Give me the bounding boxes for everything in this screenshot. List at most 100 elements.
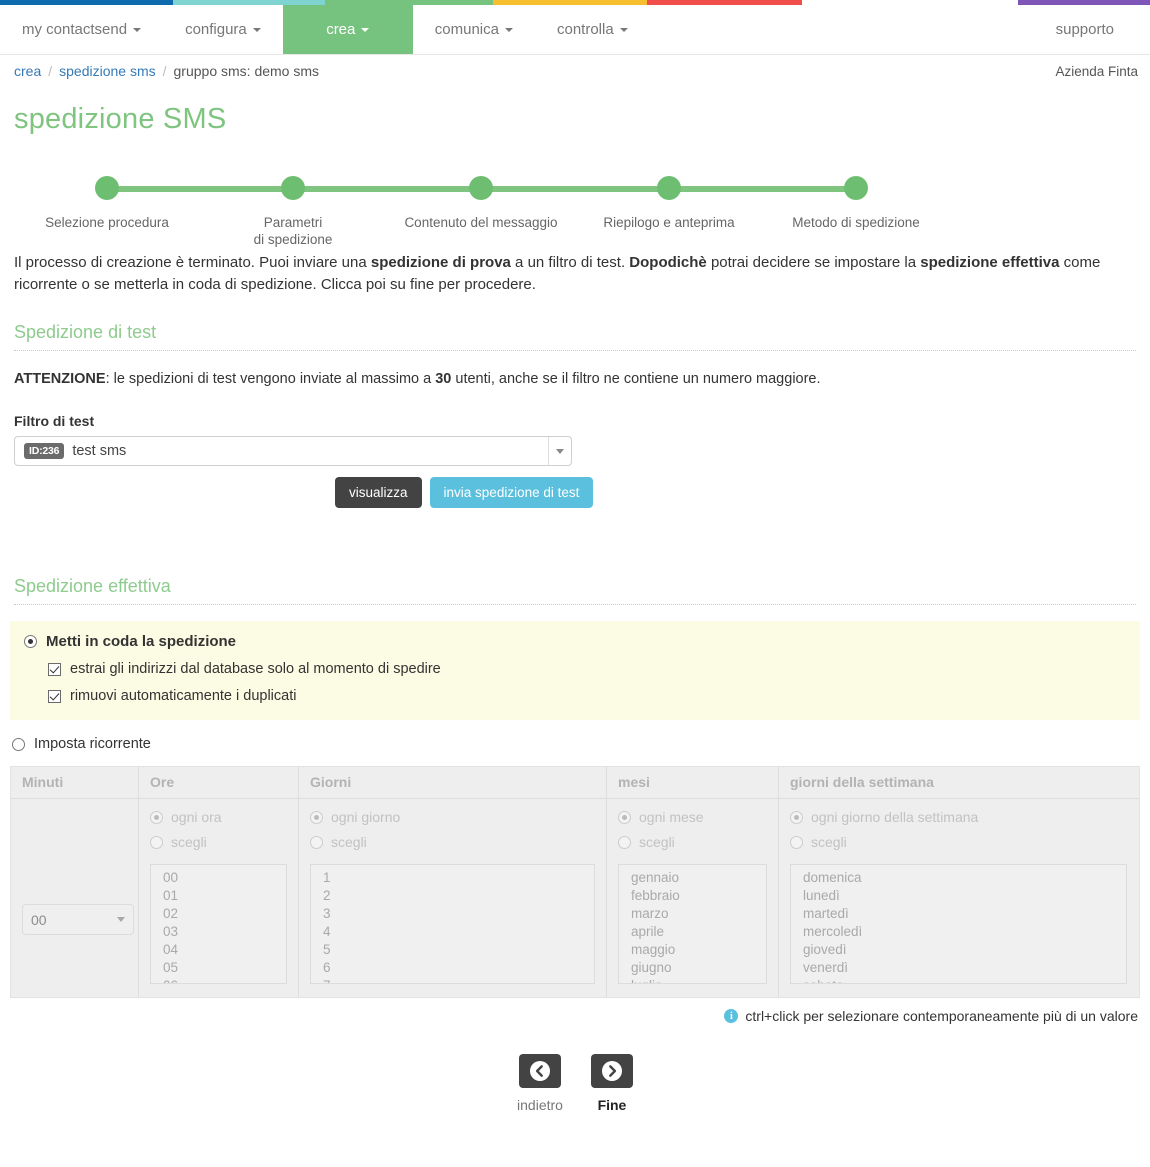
ore-option[interactable]: 03 bbox=[151, 923, 286, 941]
mesi-option[interactable]: aprile bbox=[619, 923, 766, 941]
mesi-option[interactable]: maggio bbox=[619, 941, 766, 959]
stepper-step-5[interactable]: Metodo di spedizione bbox=[776, 176, 936, 231]
ore-listbox[interactable]: 00010203040506 bbox=[150, 864, 287, 984]
giorni-option[interactable]: 2 bbox=[311, 887, 594, 905]
nav-item-configura[interactable]: configura bbox=[163, 5, 283, 54]
settimana-listbox[interactable]: domenica lunedì martedì mercoledì giovedì ven… bbox=[790, 864, 1127, 984]
giorni-listbox[interactable]: 1234567 bbox=[310, 864, 595, 984]
giorni-option[interactable]: 7 bbox=[311, 977, 594, 983]
mesi-option[interactable]: gennaio bbox=[619, 869, 766, 887]
radio-mesi-scegli[interactable]: scegli bbox=[618, 834, 767, 850]
back-button[interactable]: indietro bbox=[517, 1054, 563, 1113]
stepper-label: Selezione procedura bbox=[45, 215, 169, 230]
settimana-option[interactable]: giovedì bbox=[791, 941, 1126, 959]
settimana-option[interactable]: venerdì bbox=[791, 959, 1126, 977]
stepper-label: Contenuto del messaggio bbox=[404, 215, 558, 230]
nav-item-crea[interactable]: crea bbox=[282, 5, 413, 54]
radio-ogni-giorno-settimana[interactable]: ogni giorno della settimana bbox=[790, 809, 1127, 825]
section-title-test: Spedizione di test bbox=[14, 322, 157, 342]
radio-imposta-ricorrente[interactable]: Imposta ricorrente bbox=[0, 736, 1150, 752]
giorni-option[interactable]: 4 bbox=[311, 923, 594, 941]
invia-spedizione-di-test-button[interactable]: invia spedizione di test bbox=[429, 477, 594, 508]
radio-settimana-scegli[interactable]: scegli bbox=[790, 834, 1127, 850]
test-action-buttons: visualizza invia spedizione di test bbox=[0, 477, 1150, 508]
filter-selected-value: test sms bbox=[72, 443, 127, 459]
radio-label: scegli bbox=[331, 834, 367, 850]
wizard-footer-navigation: indietro Fine bbox=[0, 1054, 1150, 1113]
checkbox-estrai-indirizzi[interactable]: estrai gli indirizzi dal database solo a… bbox=[48, 661, 1140, 677]
giorni-option[interactable]: 1 bbox=[311, 869, 594, 887]
ore-option[interactable]: 06 bbox=[151, 977, 286, 983]
settimana-option[interactable]: domenica bbox=[791, 869, 1126, 887]
settimana-option[interactable]: martedì bbox=[791, 905, 1126, 923]
test-filter-select[interactable]: ID:236 test sms bbox=[14, 436, 572, 466]
radio-giorni-scegli[interactable]: scegli bbox=[310, 834, 595, 850]
ore-option[interactable]: 02 bbox=[151, 905, 286, 923]
radio-label: Imposta ricorrente bbox=[34, 736, 151, 752]
radio-metti-in-coda[interactable]: Metti in coda la spedizione bbox=[10, 633, 1140, 650]
radio-icon-unselected[interactable] bbox=[618, 835, 631, 849]
nav-item-my-contactsend[interactable]: my contactsend bbox=[0, 5, 163, 54]
radio-icon-unselected[interactable] bbox=[12, 737, 25, 751]
breadcrumb-separator: / bbox=[162, 63, 167, 79]
radio-label: scegli bbox=[639, 834, 675, 850]
nav-item-comunica[interactable]: comunica bbox=[413, 5, 535, 54]
radio-icon-selected[interactable] bbox=[150, 810, 163, 824]
mesi-option[interactable]: febbraio bbox=[619, 887, 766, 905]
chevron-down-icon bbox=[619, 27, 628, 32]
radio-icon-selected[interactable] bbox=[618, 810, 631, 824]
settimana-option[interactable]: lunedì bbox=[791, 887, 1126, 905]
wizard-stepper: Selezione procedura Parametri di spedizi… bbox=[0, 164, 1150, 247]
giorni-option[interactable]: 3 bbox=[311, 905, 594, 923]
radio-icon-selected[interactable] bbox=[790, 810, 803, 824]
nav-item-supporto[interactable]: supporto bbox=[1034, 5, 1150, 54]
checkbox-icon-checked[interactable] bbox=[48, 662, 61, 676]
stepper-dot-icon bbox=[95, 176, 119, 200]
info-icon: i bbox=[724, 1009, 739, 1023]
breadcrumb-item-crea[interactable]: crea bbox=[14, 63, 41, 79]
radio-label: ogni giorno bbox=[331, 809, 401, 825]
stepper-step-4[interactable]: Riepilogo e anteprima bbox=[589, 176, 749, 231]
mesi-option[interactable]: marzo bbox=[619, 905, 766, 923]
radio-icon-selected[interactable] bbox=[310, 810, 323, 824]
radio-icon-unselected[interactable] bbox=[310, 835, 323, 849]
stepper-step-3[interactable]: Contenuto del messaggio bbox=[401, 176, 561, 231]
radio-icon-unselected[interactable] bbox=[150, 835, 163, 849]
back-button-box[interactable] bbox=[518, 1054, 561, 1088]
account-name: Azienda Finta bbox=[1055, 63, 1138, 79]
stepper-step-2[interactable]: Parametri di spedizione bbox=[213, 176, 373, 248]
radio-ogni-ora[interactable]: ogni ora bbox=[150, 809, 287, 825]
settimana-option[interactable]: sabato bbox=[791, 977, 1126, 983]
ore-option[interactable]: 01 bbox=[151, 887, 286, 905]
ore-option[interactable]: 00 bbox=[151, 869, 286, 887]
nav-label: supporto bbox=[1055, 21, 1114, 38]
cell-ore: ogni ora scegli 00010203040506 bbox=[139, 799, 299, 997]
mesi-option[interactable]: luglio bbox=[619, 977, 766, 983]
ore-option[interactable]: 04 bbox=[151, 941, 286, 959]
radio-ore-scegli[interactable]: scegli bbox=[150, 834, 287, 850]
stepper-step-1[interactable]: Selezione procedura bbox=[27, 176, 187, 231]
minutes-select[interactable]: 00 bbox=[22, 904, 134, 935]
nav-item-controlla[interactable]: controlla bbox=[535, 5, 650, 54]
giorni-option[interactable]: 6 bbox=[311, 959, 594, 977]
radio-ogni-giorno[interactable]: ogni giorno bbox=[310, 809, 595, 825]
dropdown-arrow-icon[interactable] bbox=[548, 437, 571, 465]
checkbox-icon-checked[interactable] bbox=[48, 689, 61, 703]
breadcrumb-item-spedizione-sms[interactable]: spedizione sms bbox=[59, 63, 156, 79]
recurrence-table-header: Minuti Ore Giorni mesi giorni della sett… bbox=[11, 767, 1139, 799]
hint-text: ctrl+click per selezionare contemporanea… bbox=[745, 1008, 1138, 1024]
giorni-option[interactable]: 5 bbox=[311, 941, 594, 959]
radio-ogni-mese[interactable]: ogni mese bbox=[618, 809, 767, 825]
mesi-listbox[interactable]: gennaiofebbraiomarzoaprilemaggiogiugnolu… bbox=[618, 864, 767, 984]
ore-option[interactable]: 05 bbox=[151, 959, 286, 977]
breadcrumb-item-current: gruppo sms: demo sms bbox=[173, 63, 320, 79]
visualizza-button[interactable]: visualizza bbox=[335, 477, 422, 508]
mesi-option[interactable]: giugno bbox=[619, 959, 766, 977]
radio-icon-selected[interactable] bbox=[24, 635, 37, 648]
notice-limit-number: 30 bbox=[435, 371, 452, 387]
finish-button-box[interactable] bbox=[590, 1054, 633, 1088]
finish-button[interactable]: Fine bbox=[590, 1054, 633, 1113]
checkbox-rimuovi-duplicati[interactable]: rimuovi automaticamente i duplicati bbox=[48, 688, 1140, 704]
radio-icon-unselected[interactable] bbox=[790, 835, 803, 849]
settimana-option[interactable]: mercoledì bbox=[791, 923, 1126, 941]
